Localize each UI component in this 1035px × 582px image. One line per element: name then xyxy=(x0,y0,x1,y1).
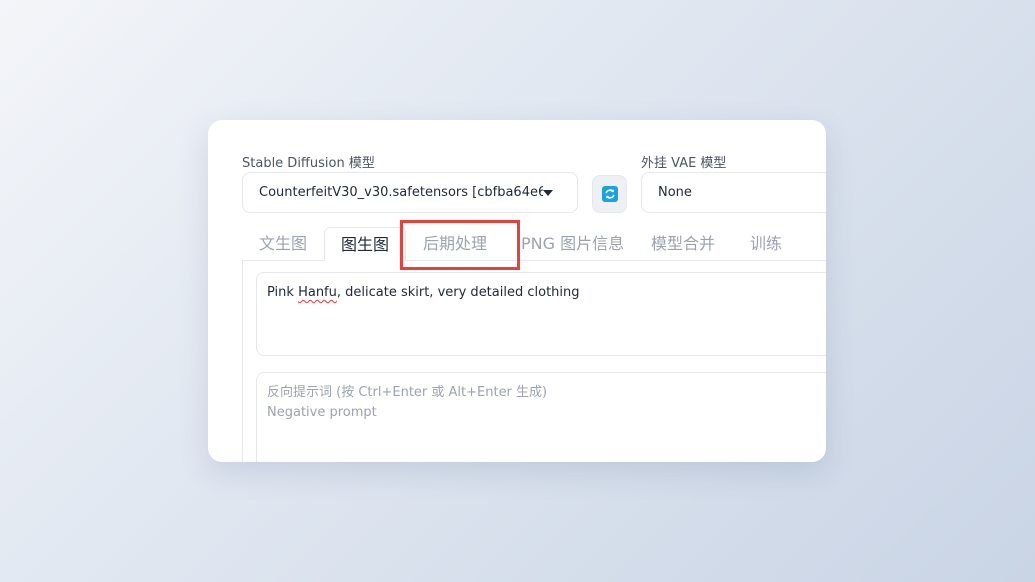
tab-train[interactable]: 训练 xyxy=(750,227,782,261)
settings-card: Stable Diffusion 模型 CounterfeitV30_v30.s… xyxy=(208,120,826,462)
prompt-text-before: Pink xyxy=(267,285,299,300)
negative-prompt-placeholder-line1: 反向提示词 (按 Ctrl+Enter 或 Alt+Enter 生成) xyxy=(267,385,548,400)
model-label: Stable Diffusion 模型 xyxy=(242,156,375,171)
prompt-textarea[interactable]: Pink Hanfu, delicate skirt, very detaile… xyxy=(256,272,826,356)
refresh-button[interactable] xyxy=(592,175,627,213)
tab-checkpoint-merger[interactable]: 模型合并 xyxy=(651,227,715,261)
prompt-text-after: , delicate skirt, very detailed clothing xyxy=(336,285,580,300)
refresh-icon xyxy=(601,186,618,202)
model-select[interactable]: CounterfeitV30_v30.safetensors [cbfba64e… xyxy=(242,172,578,213)
tab-txt2img[interactable]: 文生图 xyxy=(259,227,307,261)
img2img-panel: Pink Hanfu, delicate skirt, very detaile… xyxy=(242,261,826,462)
prompt-text-misspelled: Hanfu xyxy=(298,285,337,300)
tab-img2img[interactable]: 图生图 xyxy=(324,227,407,261)
negative-prompt-placeholder-line2: Negative prompt xyxy=(267,405,377,420)
chevron-down-icon xyxy=(543,189,553,196)
negative-prompt-textarea[interactable]: 反向提示词 (按 Ctrl+Enter 或 Alt+Enter 生成) Nega… xyxy=(256,372,826,462)
vae-select-value: None xyxy=(658,185,692,200)
vae-label: 外挂 VAE 模型 xyxy=(641,156,727,171)
tab-extras[interactable]: 后期处理 xyxy=(423,227,487,261)
model-select-value: CounterfeitV30_v30.safetensors [cbfba64e… xyxy=(259,185,543,200)
tab-bar: 文生图 图生图 后期处理 PNG 图片信息 模型合并 训练 xyxy=(242,227,826,261)
tab-png-info[interactable]: PNG 图片信息 xyxy=(521,227,624,261)
vae-select[interactable]: None xyxy=(641,172,826,213)
